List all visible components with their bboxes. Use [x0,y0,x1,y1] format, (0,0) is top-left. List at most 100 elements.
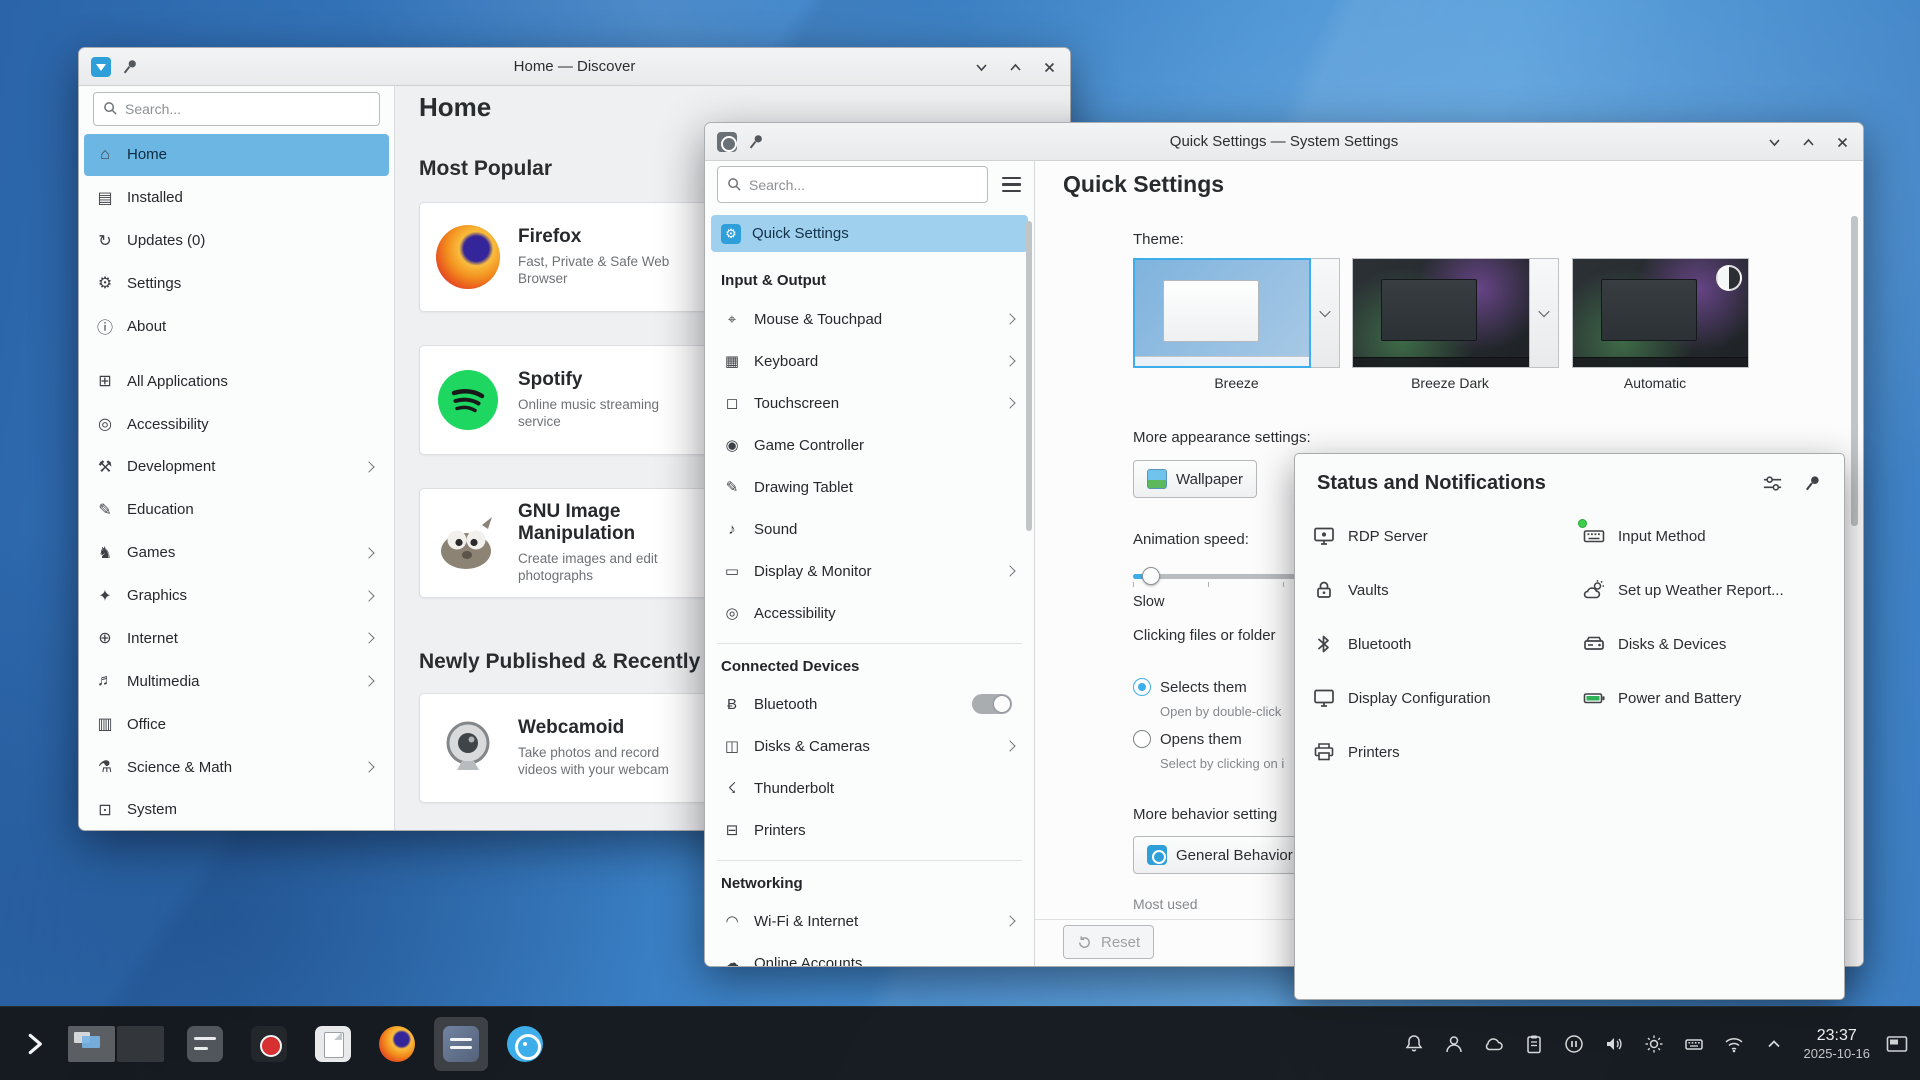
status-item-input-method[interactable]: Input Method [1581,523,1831,549]
settings-search[interactable] [717,166,988,203]
task-firefox[interactable] [370,1017,424,1071]
nav-item-drawing-tablet[interactable]: ✎Drawing Tablet [711,466,1028,508]
cloud-icon[interactable] [1482,1032,1506,1056]
nav-item-keyboard[interactable]: ▦Keyboard [711,340,1028,382]
nav-item-wifi-internet[interactable]: ◠Wi-Fi & Internet [711,900,1028,942]
content-scrollbar[interactable] [1851,216,1858,526]
task-kde-browser[interactable] [498,1017,552,1071]
tray-expander-icon[interactable] [1762,1032,1786,1056]
nav-item-mouse-touchpad[interactable]: ⌖Mouse & Touchpad [711,298,1028,340]
configure-icon[interactable] [1760,471,1784,495]
maximize-button[interactable] [1006,58,1024,76]
theme-breeze-dark-dropdown[interactable] [1530,258,1559,368]
theme-breeze-dropdown[interactable] [1311,258,1340,368]
nav-item-game-controller[interactable]: ◉Game Controller [711,424,1028,466]
status-item-disks-devices[interactable]: Disks & Devices [1581,631,1831,657]
system-settings-titlebar[interactable]: Quick Settings — System Settings [705,123,1863,161]
discover-app-icon [91,57,111,77]
status-item-rdp-server[interactable]: RDP Server [1311,523,1581,549]
sidebar-item-home[interactable]: ⌂Home [84,134,389,176]
pin-icon[interactable] [747,133,765,151]
night-light-icon[interactable] [1642,1032,1666,1056]
sidebar-scrollbar[interactable] [1026,221,1032,531]
slow-label: Slow [1133,594,1164,610]
discover-titlebar[interactable]: Home — Discover [79,48,1070,86]
user-switch-icon[interactable] [1442,1032,1466,1056]
sidebar-item-development[interactable]: ⚒Development [84,446,389,488]
preview-taskbar [1573,357,1748,367]
sidebar-item-internet[interactable]: ⊕Internet [84,618,389,660]
radio-opens-them[interactable] [1133,730,1151,748]
theme-automatic-preview[interactable] [1572,258,1749,368]
bluetooth-toggle[interactable] [972,694,1012,714]
status-item-weather[interactable]: Set up Weather Report... [1581,577,1831,603]
sidebar-item-multimedia[interactable]: ♬Multimedia [84,660,389,702]
app-launcher-button[interactable] [12,1017,60,1071]
sidebar-item-system[interactable]: ⊡ System [84,789,389,831]
nav-item-touchscreen[interactable]: ◻Touchscreen [711,382,1028,424]
search-input[interactable] [749,177,978,193]
status-item-bluetooth[interactable]: Bluetooth [1311,631,1581,657]
status-item-vaults[interactable]: Vaults [1311,577,1581,603]
minimize-button[interactable] [1765,133,1783,151]
status-item-power-battery[interactable]: Power and Battery [1581,685,1831,711]
sidebar-item-accessibility[interactable]: ◎Accessibility [84,403,389,445]
show-desktop-button[interactable] [1880,1017,1914,1071]
discover-search[interactable] [93,92,380,126]
pin-icon[interactable] [1800,471,1824,495]
nav-item-quick-settings[interactable]: ⚙ Quick Settings [711,215,1028,252]
sidebar-item-science-math[interactable]: ⚗Science & Math [84,746,389,788]
desktop-1[interactable] [68,1026,115,1062]
sidebar-item-about[interactable]: ⓘAbout [84,305,389,347]
slider-handle[interactable] [1142,567,1160,585]
sidebar-item-all-applications[interactable]: ⊞All Applications [84,360,389,402]
battery-icon [1581,685,1607,711]
task-system-monitor[interactable] [178,1017,232,1071]
reset-button[interactable]: Reset [1063,925,1154,959]
network-wifi-icon[interactable] [1722,1032,1746,1056]
sidebar-item-label: System [127,801,177,818]
popup-title: Status and Notifications [1317,472,1744,495]
sidebar-item-updates[interactable]: ↻Updates (0) [84,220,389,262]
task-system-settings[interactable] [434,1017,488,1071]
nav-item-thunderbolt[interactable]: ☇Thunderbolt [711,767,1028,809]
search-input[interactable] [125,101,370,117]
radio-selects-them[interactable] [1133,678,1151,696]
task-media-recorder[interactable] [242,1017,296,1071]
nav-item-bluetooth[interactable]: ɃBluetooth [711,683,1028,725]
sidebar-item-installed[interactable]: ▤Installed [84,177,389,219]
sidebar-item-settings[interactable]: ⚙Settings [84,263,389,305]
theme-breeze-dark-preview[interactable] [1352,258,1530,368]
sidebar-item-games[interactable]: ♞Games [84,532,389,574]
nav-item-display-monitor[interactable]: ▭Display & Monitor [711,550,1028,592]
nav-item-sound[interactable]: ♪Sound [711,508,1028,550]
clipboard-icon[interactable] [1522,1032,1546,1056]
sidebar-item-graphics[interactable]: ✦Graphics [84,575,389,617]
theme-breeze-preview[interactable] [1133,258,1311,368]
notifications-bell-icon[interactable] [1402,1032,1426,1056]
close-button[interactable] [1833,133,1851,151]
nav-item-online-accounts[interactable]: ☁Online Accounts [711,942,1028,967]
status-item-printers[interactable]: Printers [1311,739,1581,765]
wallpaper-button[interactable]: Wallpaper [1133,460,1257,498]
status-item-display-configuration[interactable]: Display Configuration [1311,685,1581,711]
sidebar-item-education[interactable]: ✎Education [84,489,389,531]
maximize-button[interactable] [1799,133,1817,151]
digital-clock[interactable]: 23:37 2025-10-16 [1804,1027,1871,1061]
nav-item-printers[interactable]: ⊟Printers [711,809,1028,851]
nav-item-accessibility[interactable]: ◎Accessibility [711,592,1028,634]
virtual-keyboard-icon[interactable] [1682,1032,1706,1056]
system-icon: ⊡ [94,800,116,820]
menu-hamburger-button[interactable] [992,168,1030,202]
desktop-2[interactable] [117,1026,164,1062]
close-button[interactable] [1040,58,1058,76]
sidebar-item-office[interactable]: ▥Office [84,703,389,745]
nav-item-disks-cameras[interactable]: ◫Disks & Cameras [711,725,1028,767]
volume-icon[interactable] [1602,1032,1626,1056]
pin-icon[interactable] [121,58,139,76]
media-player-icon[interactable] [1562,1032,1586,1056]
minimize-button[interactable] [972,58,990,76]
virtual-desktop-pager[interactable] [68,1026,164,1062]
task-file-manager[interactable] [306,1017,360,1071]
general-behavior-button[interactable]: General Behavior [1133,836,1307,874]
